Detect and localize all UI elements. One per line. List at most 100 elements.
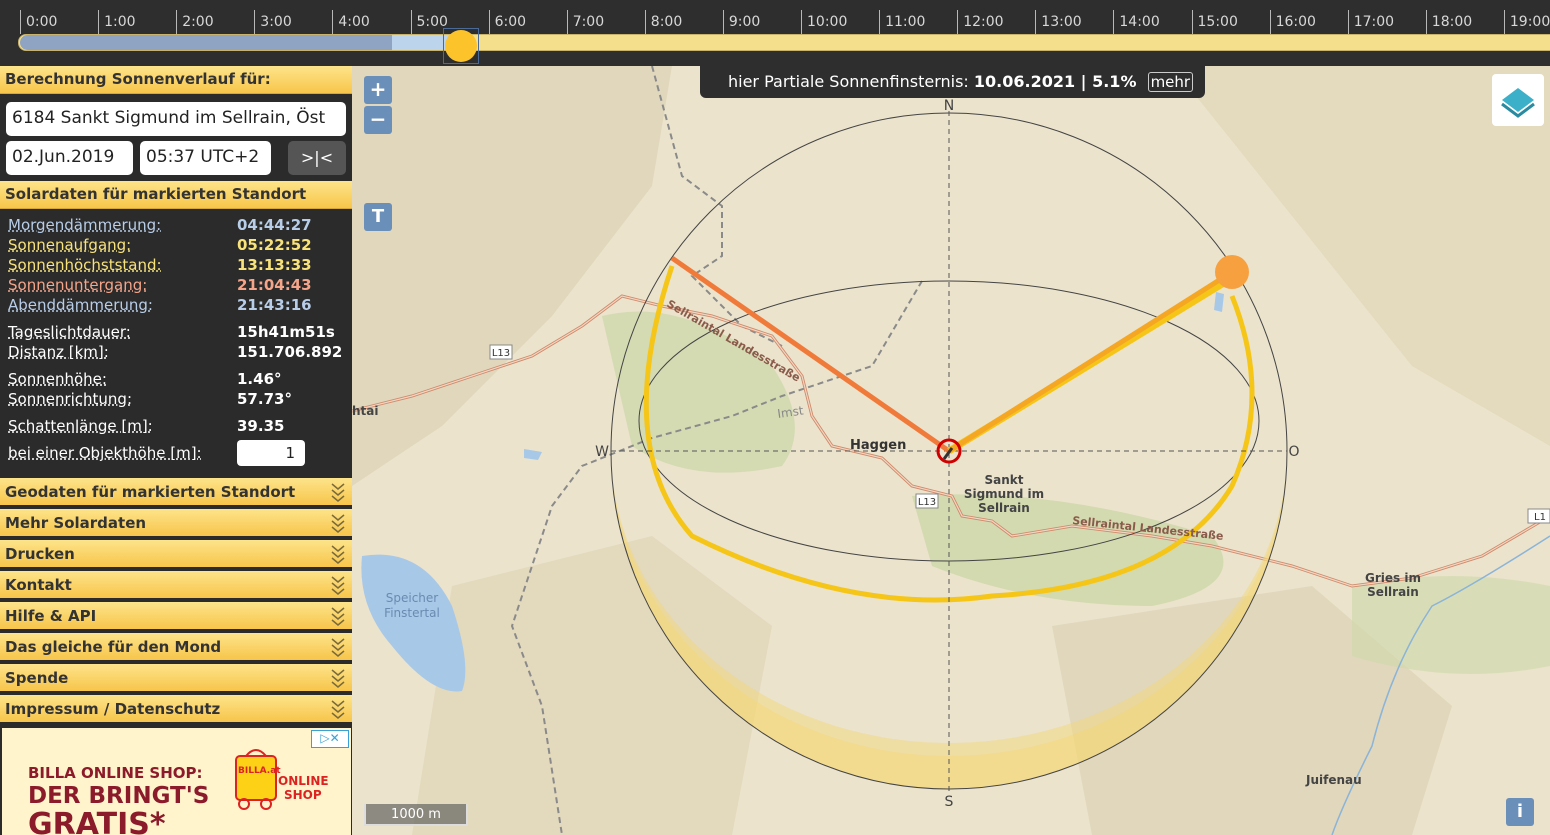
timeline-hour-label: 17:00 [1353, 14, 1395, 30]
timeline-hour-label: 7:00 [572, 14, 605, 30]
timeline-hour-label: 16:00 [1275, 14, 1316, 30]
location-input[interactable]: 6184 Sankt Sigmund im Sellrain, Öst [6, 102, 346, 136]
timeline-hour-label: 14:00 [1119, 14, 1160, 30]
timeline-hour-label: 18:00 [1431, 14, 1473, 30]
timeline-tick [1425, 10, 1427, 34]
shadow-value: 39.35 [237, 417, 285, 435]
panel-help-api[interactable]: Hilfe & API [0, 602, 352, 631]
panel-contact-label: Kontakt [5, 576, 72, 594]
panel-moon[interactable]: Das gleiche für den Mond [0, 633, 352, 662]
advertisement[interactable]: ▷✕ BILLA ONLINE SHOP: DER BRINGT'S GRATI… [2, 728, 351, 835]
panel-help-api-label: Hilfe & API [5, 607, 97, 625]
panel-donate-label: Spende [5, 669, 69, 687]
info-button[interactable]: i [1506, 798, 1534, 826]
object-height-input[interactable]: 1 [237, 440, 305, 466]
calc-header-label: Berechnung Sonnenverlauf für: [5, 70, 271, 88]
ad-logo-text2: ONLINE [278, 774, 329, 788]
shadow-label[interactable]: Schattenlänge [m]: [8, 417, 153, 435]
panel-imprint[interactable]: Impressum / Datenschutz [0, 695, 352, 724]
compass-s: S [945, 794, 954, 810]
label-htai: htai [352, 404, 379, 418]
zoom-in-button[interactable]: + [364, 76, 392, 104]
timeline-hour-label: 8:00 [650, 14, 683, 30]
panel-more-solar[interactable]: Mehr Solardaten [0, 509, 352, 538]
timeline-tick [1113, 10, 1115, 34]
time-input[interactable]: 05:37 UTC+2 [140, 141, 271, 175]
calc-header[interactable]: Berechnung Sonnenverlauf für: [0, 66, 352, 94]
label-l13-a: L13 [492, 348, 510, 359]
elevation-label[interactable]: Sonnenhöhe: [8, 370, 107, 388]
eclipse-value: 10.06.2021 | 5.1% [973, 72, 1137, 91]
layers-button[interactable] [1492, 74, 1544, 126]
now-button[interactable]: >|< [288, 141, 346, 175]
timeline-hour-label: 1:00 [104, 14, 136, 30]
ad-tagline: DER BRINGT'S [28, 783, 210, 809]
distance-label[interactable]: Distanz [km]: [8, 343, 109, 361]
panel-contact[interactable]: Kontakt [0, 571, 352, 600]
date-input[interactable]: 02.Jun.2019 [6, 141, 133, 175]
timeline-hour-label: 6:00 [494, 14, 527, 30]
panel-print[interactable]: Drucken [0, 540, 352, 569]
timeline-tick [1035, 10, 1037, 34]
timeline-hour-label: 10:00 [807, 14, 848, 30]
label-sankt-1: Sankt [985, 473, 1024, 487]
panel-geodata-label: Geodaten für markierten Standort [5, 483, 296, 501]
zoom-out-button[interactable]: − [364, 106, 392, 134]
chevron-down-icon [331, 545, 345, 564]
daylight-label[interactable]: Tageslichtdauer: [8, 323, 131, 341]
sunrise-value: 05:22:52 [237, 236, 312, 254]
noon-label[interactable]: Sonnenhöchststand: [8, 256, 162, 274]
daylight-value: 15h41m51s [237, 323, 335, 341]
chevron-down-icon [331, 514, 345, 533]
map-canvas[interactable]: N S W O Haggen Sankt Sigmund im Sellrain… [352, 66, 1550, 835]
sidebar: Berechnung Sonnenverlauf für: 6184 Sankt… [0, 66, 352, 835]
timeline-tick [20, 10, 21, 34]
sunset-value: 21:04:43 [237, 276, 312, 294]
sunrise-label[interactable]: Sonnenaufgang: [8, 236, 131, 254]
map[interactable]: N S W O Haggen Sankt Sigmund im Sellrain… [352, 66, 1550, 835]
chevron-down-icon [331, 483, 345, 502]
timeline[interactable]: 0:00 1:00 2:00 3:00 4:00 5:00 6:00 7:00 8:00 9:00… [0, 0, 1550, 66]
dusk-value: 21:43:16 [237, 296, 312, 314]
timeline-tick [410, 10, 412, 34]
panel-imprint-label: Impressum / Datenschutz [5, 700, 221, 718]
timeline-tick [1347, 10, 1349, 34]
timeline-hour-label: 12:00 [963, 14, 1004, 30]
timeline-tick [1503, 10, 1505, 34]
compass-n: N [944, 98, 954, 114]
label-l1: L1 [1534, 512, 1546, 523]
ad-logo-text1: BILLA.at [238, 766, 281, 776]
label-sankt-3: Sellrain [978, 501, 1030, 515]
dawn-label[interactable]: Morgendämmerung: [8, 216, 161, 234]
timeline-tick [332, 10, 334, 34]
panel-donate[interactable]: Spende [0, 664, 352, 693]
text-toggle-button[interactable]: T [364, 203, 392, 231]
time-slider-handle[interactable] [443, 28, 479, 64]
noon-value: 13:13:33 [237, 256, 312, 274]
solar-header[interactable]: Solardaten für markierten Standort [0, 181, 352, 209]
timeline-hour-label: 19:00 [1509, 14, 1550, 30]
timeline-hour-label: 3:00 [260, 14, 292, 30]
eclipse-prefix: hier Partiale Sonnenfinsternis: [728, 72, 969, 91]
layers-icon [1501, 88, 1535, 118]
chevron-down-icon [331, 638, 345, 657]
sunset-label[interactable]: Sonnenuntergang: [8, 276, 147, 294]
azimuth-value: 57.73° [237, 390, 292, 408]
label-l13-b: L13 [918, 497, 936, 508]
panel-geodata[interactable]: Geodaten für markierten Standort [0, 478, 352, 507]
timeline-tick [98, 10, 100, 34]
timeline-tick [1191, 10, 1193, 34]
azimuth-label[interactable]: Sonnenrichtung: [8, 390, 132, 408]
chevron-down-icon [331, 669, 345, 688]
compass-w: W [595, 444, 609, 460]
label-juifenau: Juifenau [1305, 773, 1362, 787]
eclipse-more-button[interactable]: mehr [1147, 72, 1194, 92]
timeline-tick [488, 10, 490, 34]
timeline-hour-label: 4:00 [338, 14, 370, 30]
objheight-label[interactable]: bei einer Objekthöhe [m]: [8, 444, 202, 462]
dusk-label[interactable]: Abenddämmerung: [8, 296, 153, 314]
timeline-tick [254, 10, 256, 34]
ad-offer: GRATIS* [28, 807, 166, 835]
timeline-tick [176, 10, 178, 34]
timeline-hour-label: 13:00 [1041, 14, 1082, 30]
